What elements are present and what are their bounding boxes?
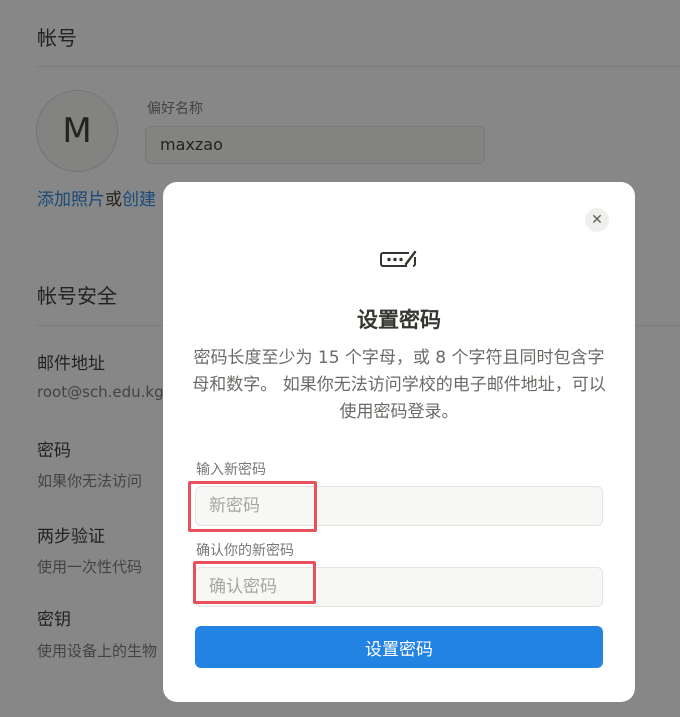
close-button[interactable]: ✕ <box>585 208 609 232</box>
set-password-button[interactable]: 设置密码 <box>195 626 603 668</box>
close-icon: ✕ <box>591 212 603 228</box>
confirm-password-input[interactable] <box>195 567 603 607</box>
password-icon <box>380 250 417 267</box>
confirm-password-label: 确认你的新密码 <box>196 543 294 559</box>
dialog-title: 设置密码 <box>357 308 441 332</box>
new-password-input[interactable] <box>195 486 603 526</box>
set-password-button-label: 设置密码 <box>365 639 433 660</box>
dialog-description: 密码长度至少为 15 个字母，或 8 个字符且同时包含字母和数字。 如果你无法访… <box>192 348 606 422</box>
new-password-label: 输入新密码 <box>196 462 266 478</box>
set-password-dialog: ✕ 设置密码 密码长度至少为 15 个字母，或 8 个字符且同时包含字母和数字。… <box>163 182 635 702</box>
